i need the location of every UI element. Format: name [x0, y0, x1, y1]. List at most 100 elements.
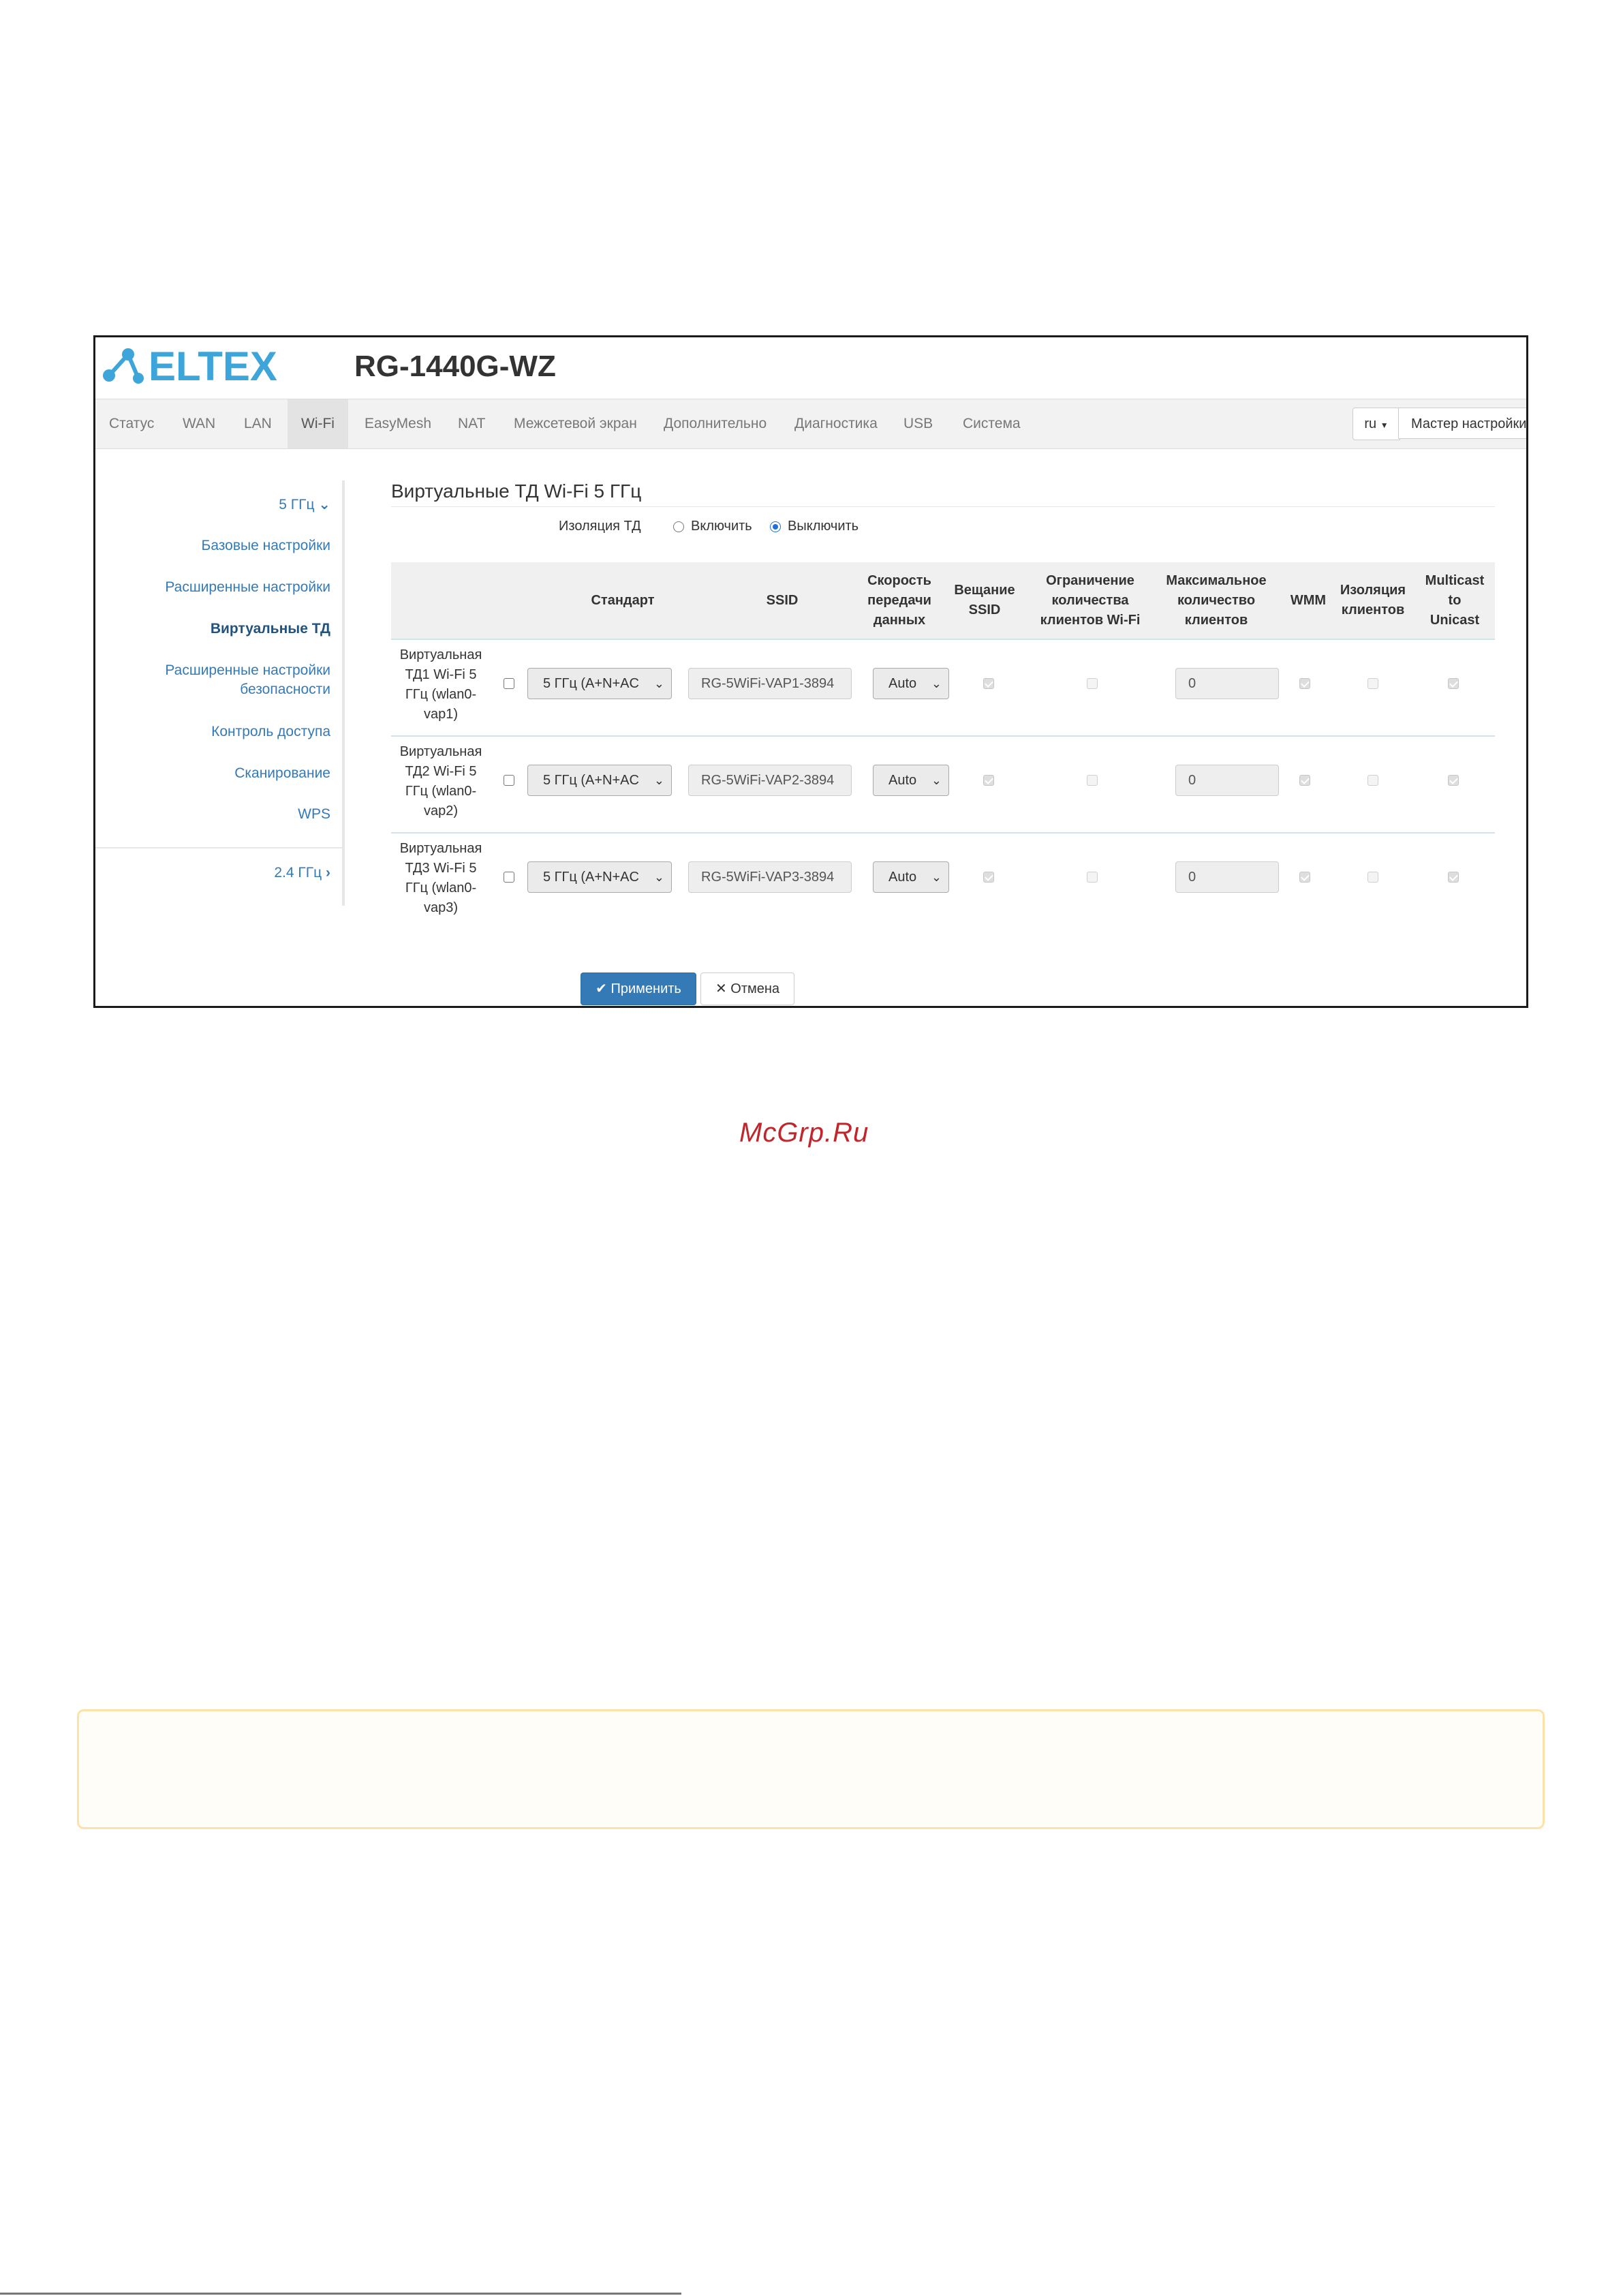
sidebar-group-24ghz-label: 2.4 ГГц [274, 865, 322, 881]
row2-standard-value: 5 ГГц (A+N+AC [543, 773, 639, 788]
col-limit: Ограничение количества клиентов Wi-Fi [1029, 571, 1151, 630]
row2-broadcast-checkbox[interactable] [983, 775, 994, 786]
sidebar-item-wps[interactable]: WPS [298, 805, 330, 824]
row1-standard-value: 5 ГГц (A+N+AC [543, 676, 639, 691]
row1-broadcast-checkbox[interactable] [983, 678, 994, 689]
row3-ssid-input[interactable]: RG-5WiFi-VAP3-3894 [688, 861, 852, 893]
sidebar-item-virtual-ap[interactable]: Виртуальные ТД [211, 619, 330, 639]
row2-ssid-input[interactable]: RG-5WiFi-VAP2-3894 [688, 765, 852, 796]
row3-rate-value: Auto [888, 870, 917, 885]
row1-label-line4: vap1) [423, 707, 459, 722]
sidebar-item-scan[interactable]: Сканирование [234, 764, 330, 783]
row2-wmm-checkbox[interactable] [1299, 775, 1310, 786]
col-rate-line1: Скорость [867, 573, 931, 588]
nav-status[interactable]: Статус [109, 399, 154, 448]
row3-limit-checkbox[interactable] [1087, 872, 1098, 883]
nav-system[interactable]: Система [963, 399, 1021, 448]
setup-wizard-button[interactable]: Мастер настройки [1398, 408, 1526, 439]
row3-label-line4: vap3) [423, 900, 459, 915]
chevron-down-icon: ⌄ [931, 870, 942, 884]
row1-enable-checkbox[interactable] [504, 678, 514, 689]
check-icon: ✔ [596, 981, 607, 996]
apply-button[interactable]: ✔ Применить [581, 973, 696, 1005]
row3-wmm-checkbox[interactable] [1299, 872, 1310, 883]
sidebar-item-security-line1: Расширенные настройки [165, 662, 330, 678]
row3-max-clients-input[interactable]: 0 [1175, 861, 1279, 893]
eltex-logo: ELTEX [103, 344, 277, 385]
row2-isolation-checkbox[interactable] [1367, 775, 1378, 786]
col-max-line3: клиентов [1184, 613, 1248, 628]
row2-multicast-checkbox[interactable] [1448, 775, 1459, 786]
nav-usb[interactable]: USB [903, 399, 933, 448]
chevron-down-icon: ⌄ [931, 677, 942, 690]
col-limit-line1: Ограничение [1046, 573, 1134, 588]
col-multicast-line1: Multicast [1425, 573, 1485, 588]
row3-isolation-checkbox[interactable] [1367, 872, 1378, 883]
row3-multicast-checkbox[interactable] [1448, 872, 1459, 883]
sidebar-group-5ghz[interactable]: 5 ГГц ⌄ [279, 495, 330, 515]
nav-diagnostics[interactable]: Диагностика [794, 399, 878, 448]
chevron-down-icon: ⌄ [653, 774, 664, 787]
row2-label-line1: Виртуальная [399, 744, 482, 759]
row2-label: Виртуальная ТД2 Wi-Fi 5 ГГц (wlan0- vap2… [390, 742, 492, 821]
row1-max-clients-input[interactable]: 0 [1175, 668, 1279, 699]
col-limit-line3: клиентов Wi-Fi [1040, 613, 1141, 628]
nav-wan[interactable]: WAN [183, 399, 215, 448]
row1-wmm-checkbox[interactable] [1299, 678, 1310, 689]
nav-easymesh[interactable]: EasyMesh [365, 399, 431, 448]
nav-firewall[interactable]: Межсетевой экран [514, 399, 637, 448]
page-title: Виртуальные ТД Wi-Fi 5 ГГц [391, 480, 642, 502]
row2-rate-value: Auto [888, 773, 917, 788]
row1-standard-select[interactable]: 5 ГГц (A+N+AC ⌄ [527, 668, 672, 699]
row1-rate-select[interactable]: Auto ⌄ [873, 668, 949, 699]
apply-button-label: Применить [610, 981, 681, 996]
row2-limit-checkbox[interactable] [1087, 775, 1098, 786]
watermark-text: McGrp.Ru [739, 1118, 869, 1148]
row3-label: Виртуальная ТД3 Wi-Fi 5 ГГц (wlan0- vap3… [390, 839, 492, 918]
chevron-down-icon: ⌄ [931, 774, 942, 787]
row3-label-line3: ГГц (wlan0- [405, 881, 477, 896]
nav-nat[interactable]: NAT [458, 399, 485, 448]
logo-text: ELTEX [149, 344, 277, 385]
chevron-down-icon: ⌄ [653, 870, 664, 884]
cancel-button[interactable]: ✕ Отмена [700, 973, 794, 1005]
ap-isolation-off-radio[interactable] [770, 521, 781, 532]
row1-multicast-checkbox[interactable] [1448, 678, 1459, 689]
language-dropdown[interactable]: ru ▼ [1352, 408, 1400, 440]
language-value: ru [1364, 416, 1377, 431]
sidebar-group-24ghz[interactable]: 2.4 ГГц › [274, 863, 330, 883]
sidebar-item-access-control[interactable]: Контроль доступа [211, 722, 330, 741]
row2-standard-select[interactable]: 5 ГГц (A+N+AC ⌄ [527, 765, 672, 796]
row1-ssid-input[interactable]: RG-5WiFi-VAP1-3894 [688, 668, 852, 699]
row3-broadcast-checkbox[interactable] [983, 872, 994, 883]
col-rate: Скорость передачи данных [862, 571, 937, 630]
row2-label-line4: vap2) [423, 803, 459, 818]
row3-standard-select[interactable]: 5 ГГц (A+N+AC ⌄ [527, 861, 672, 893]
nav-additional[interactable]: Дополнительно [664, 399, 767, 448]
sidebar-item-security[interactable]: Расширенные настройки безопасности [165, 661, 330, 699]
sidebar-item-basic[interactable]: Базовые настройки [202, 536, 330, 555]
col-max-line1: Максимальное [1166, 573, 1267, 588]
row2-max-clients-input[interactable]: 0 [1175, 765, 1279, 796]
row1-isolation-checkbox[interactable] [1367, 678, 1378, 689]
row1-limit-checkbox[interactable] [1087, 678, 1098, 689]
sidebar-item-advanced[interactable]: Расширенные настройки [165, 578, 330, 597]
close-icon: ✕ [715, 981, 727, 996]
nav-lan[interactable]: LAN [244, 399, 272, 448]
nav-wifi[interactable]: Wi-Fi [288, 399, 348, 448]
row2-enable-checkbox[interactable] [504, 775, 514, 786]
col-wmm: WMM [1290, 593, 1327, 608]
ap-isolation-label: Изоляция ТД [559, 519, 641, 534]
note-box [77, 1709, 1545, 1829]
row1-rate-value: Auto [888, 676, 917, 691]
col-multicast-line2: to [1448, 593, 1462, 608]
ap-isolation-on-radio[interactable] [673, 521, 684, 532]
cancel-button-label: Отмена [730, 981, 780, 996]
col-rate-line2: передачи [867, 593, 931, 608]
row3-rate-select[interactable]: Auto ⌄ [873, 861, 949, 893]
row3-enable-checkbox[interactable] [504, 872, 514, 883]
col-standard: Стандарт [591, 593, 655, 608]
col-multicast: Multicast to Unicast [1417, 571, 1492, 630]
row2-rate-select[interactable]: Auto ⌄ [873, 765, 949, 796]
row1-label-line1: Виртуальная [399, 647, 482, 662]
